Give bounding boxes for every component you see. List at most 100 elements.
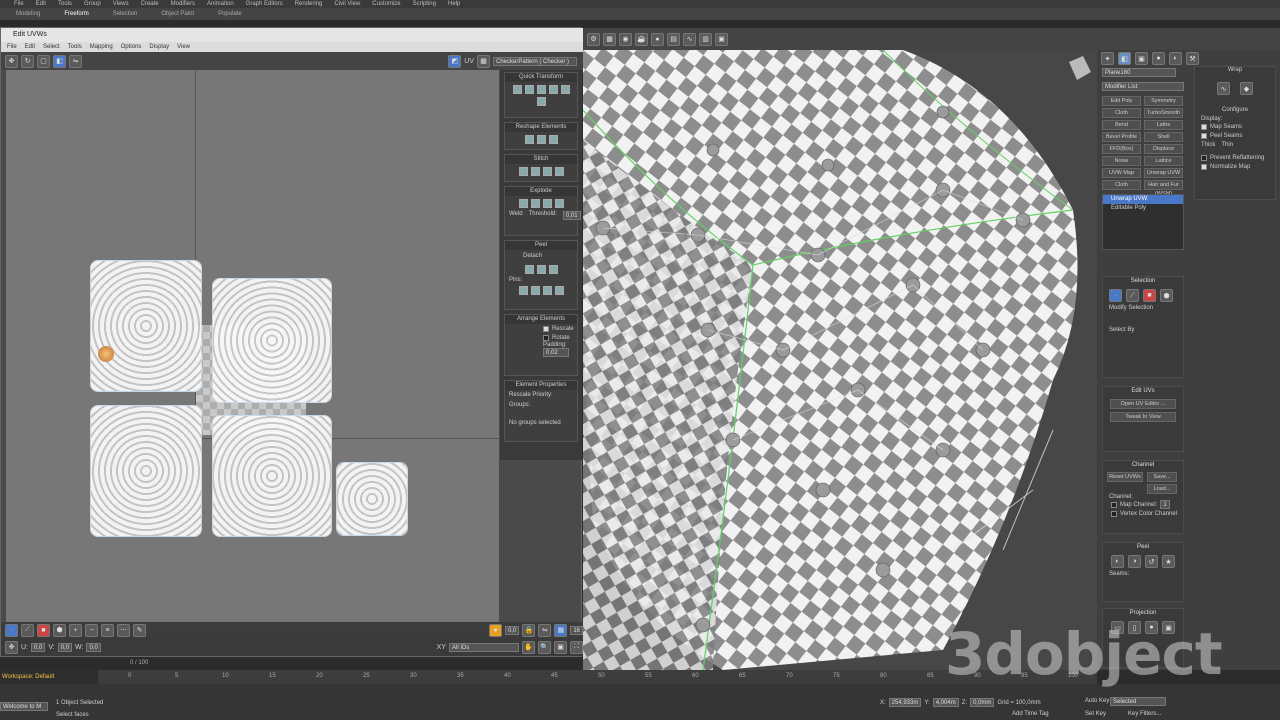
hierarchy-tab-icon[interactable]: ▣ xyxy=(1135,52,1148,65)
menu-item[interactable]: File xyxy=(14,1,24,7)
display-tab-icon[interactable]: ◐ xyxy=(1169,52,1182,65)
pin-icon[interactable] xyxy=(542,286,552,295)
key-filters-button[interactable]: Key Filters... xyxy=(1128,711,1161,717)
modifier-button[interactable]: Bend xyxy=(1102,120,1141,130)
face-mode-icon[interactable]: ■ xyxy=(1143,289,1156,302)
menu-item[interactable]: Tools xyxy=(58,1,72,7)
set-key-label[interactable]: Set Key xyxy=(1085,711,1106,717)
uv-toggle-icon[interactable]: ◩ xyxy=(448,54,462,68)
uvw-menu-item[interactable]: View xyxy=(177,42,190,52)
uvw-menu-item[interactable]: Display xyxy=(149,42,169,52)
pan-icon[interactable]: ✋ xyxy=(522,640,535,654)
spline-map-icon[interactable]: ∿ xyxy=(1217,82,1230,95)
material-editor-icon[interactable]: ● xyxy=(651,32,664,46)
scale-icon[interactable]: ▢ xyxy=(37,54,50,68)
relax-icon[interactable] xyxy=(536,135,546,144)
zoom-extents-icon[interactable]: ⛶ xyxy=(570,640,583,654)
menu-item[interactable]: Edit xyxy=(36,1,46,7)
edge-select-icon[interactable]: ⟋ xyxy=(21,623,34,637)
stack-item[interactable]: Editable Poly xyxy=(1103,204,1183,213)
element-select-icon[interactable]: ⬢ xyxy=(53,623,66,637)
modifier-button[interactable]: Lattice xyxy=(1144,156,1183,166)
grid-size-field[interactable]: 16 xyxy=(570,625,583,635)
vertex-mode-icon[interactable]: · xyxy=(1109,289,1122,302)
vertex-color-radio[interactable]: Vertex Color Channel xyxy=(1103,509,1183,518)
pin-icon[interactable] xyxy=(530,286,540,295)
v-field[interactable]: 0,0 xyxy=(57,642,73,652)
rotate-checkbox[interactable]: Rotate xyxy=(505,333,577,342)
ribbon-tab[interactable]: Modeling xyxy=(16,11,40,17)
modifier-button[interactable]: Shell xyxy=(1144,132,1183,142)
zoom-region-icon[interactable]: ▣ xyxy=(554,640,567,654)
break-icon[interactable] xyxy=(542,199,552,208)
add-time-tag[interactable]: Add Time Tag xyxy=(1012,711,1049,717)
modifier-button[interactable]: FFD(Box) xyxy=(1102,144,1141,154)
uv-editor-canvas[interactable] xyxy=(6,70,499,622)
menu-item[interactable]: Animation xyxy=(207,1,234,7)
uv-island[interactable] xyxy=(212,278,332,403)
checker-dropdown[interactable]: CheckerPattern ( Checker ) xyxy=(493,56,577,66)
normalize-map-checkbox[interactable]: Normalize Map xyxy=(1195,162,1275,171)
modifier-button[interactable]: Bevel Profile xyxy=(1102,132,1141,142)
threshold-field[interactable]: 0,01 xyxy=(562,211,581,220)
uv-island[interactable] xyxy=(90,260,202,392)
element-mode-icon[interactable]: ⬢ xyxy=(1160,289,1173,302)
zoom-icon[interactable]: 🔍 xyxy=(538,640,551,654)
zoom-field[interactable]: 0,0 xyxy=(504,625,520,635)
reset-peel-icon[interactable]: ↺ xyxy=(1145,555,1158,568)
menu-item[interactable]: Group xyxy=(84,1,101,7)
ribbon-tab[interactable]: Selection xyxy=(113,11,138,17)
unfold-map-icon[interactable]: ◆ xyxy=(1240,82,1253,95)
workspace-label[interactable]: Workspace: Default xyxy=(0,670,98,684)
face-select-icon[interactable]: ■ xyxy=(37,623,50,637)
modifier-button[interactable]: Cloth xyxy=(1102,108,1141,118)
transform-mode-icon[interactable]: ✥ xyxy=(5,640,18,654)
teapot-icon[interactable]: ☕ xyxy=(635,32,648,46)
auto-key-label[interactable]: Auto Key xyxy=(1085,698,1109,704)
align-icon[interactable] xyxy=(512,85,522,94)
menu-item[interactable]: Graph Editors xyxy=(246,1,283,7)
modifier-list-dropdown[interactable]: Modifier List xyxy=(1102,82,1184,91)
modify-tab-icon[interactable]: ◧ xyxy=(1118,52,1131,65)
reset-uvws-button[interactable]: Reset UVWs xyxy=(1107,472,1143,482)
modifier-button[interactable]: Unwrap UVW xyxy=(1144,168,1183,178)
layer-icon[interactable]: ▥ xyxy=(699,32,712,46)
uvw-menu-item[interactable]: Edit xyxy=(25,42,35,52)
scene-explorer-icon[interactable]: ▣ xyxy=(715,32,728,46)
menu-item[interactable]: Views xyxy=(113,1,129,7)
modifier-button[interactable]: Noise xyxy=(1102,156,1141,166)
soft-select-icon[interactable]: ● xyxy=(488,623,502,637)
reset-icon[interactable] xyxy=(548,265,558,274)
render-icon[interactable]: ◉ xyxy=(619,32,632,46)
padding-field[interactable]: 0,02 xyxy=(543,348,569,357)
stack-item[interactable]: Unwrap UVW xyxy=(1103,195,1183,204)
tweak-in-view-button[interactable]: Tweak In View xyxy=(1110,412,1176,422)
rotate-icon[interactable] xyxy=(536,85,546,94)
utilities-tab-icon[interactable]: ⚒ xyxy=(1186,52,1199,65)
peel-icon[interactable] xyxy=(536,265,546,274)
motion-tab-icon[interactable]: ● xyxy=(1152,52,1165,65)
break-icon[interactable] xyxy=(530,199,540,208)
modifier-button[interactable]: TurboSmooth xyxy=(1144,108,1183,118)
loop-icon[interactable]: ≡ xyxy=(101,623,114,637)
w-field[interactable]: 0,0 xyxy=(86,642,101,652)
modifier-button[interactable]: Edit Poly xyxy=(1102,96,1141,106)
rescale-checkbox[interactable]: Rescale xyxy=(505,324,577,333)
rotate-icon[interactable]: ↻ xyxy=(21,54,34,68)
stitch-icon[interactable] xyxy=(530,167,540,176)
pelt-icon[interactable]: ★ xyxy=(1162,555,1175,568)
menu-item[interactable]: Scripting xyxy=(413,1,436,7)
peel-seams-checkbox[interactable]: Peel Seams xyxy=(1195,131,1275,140)
freeform-icon[interactable]: ◧ xyxy=(53,54,66,68)
maxscript-listener[interactable]: Welcome to M xyxy=(0,702,48,711)
mirror-icon[interactable]: ⇋ xyxy=(538,623,552,637)
ribbon-tab[interactable]: Object Paint xyxy=(161,11,194,17)
menu-item[interactable]: Customize xyxy=(372,1,400,7)
pin-icon[interactable] xyxy=(554,286,564,295)
modifier-button[interactable]: Symmetry xyxy=(1144,96,1183,106)
uvw-menu-item[interactable]: Options xyxy=(121,42,142,52)
edge-mode-icon[interactable]: ⟋ xyxy=(1126,289,1139,302)
ribbon-tab[interactable]: Freeform xyxy=(64,11,88,17)
selected-dropdown[interactable]: Selected xyxy=(1110,697,1166,706)
y-field[interactable]: 4,004m xyxy=(932,698,959,707)
